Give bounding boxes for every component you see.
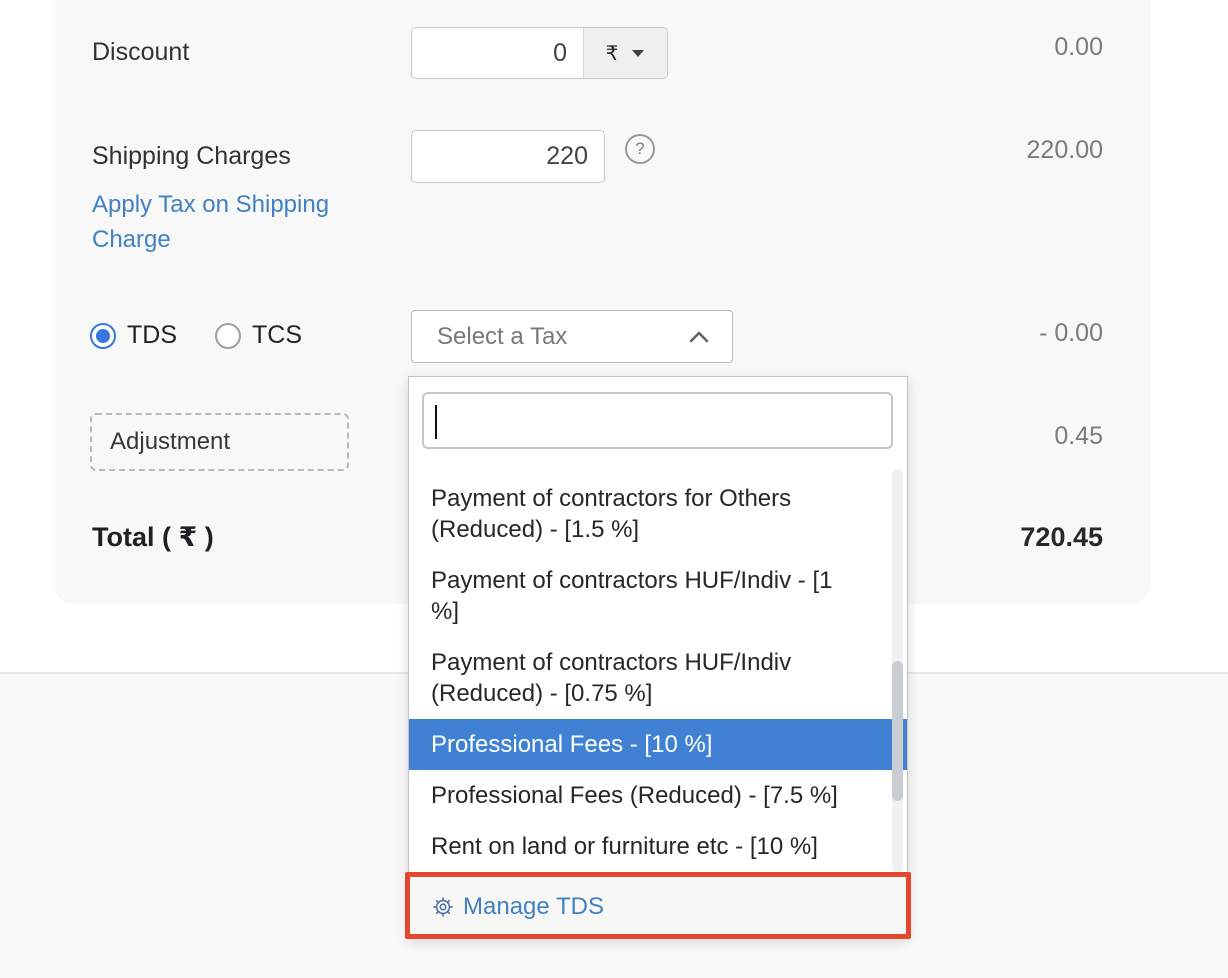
invoice-totals-page: Discount ₹ 0.00 Shipping Charges ? 220.0… (0, 0, 1228, 978)
gear-icon (432, 896, 454, 918)
tax-option[interactable]: Professional Fees - [10 %] (409, 719, 907, 770)
discount-label: Discount (92, 38, 189, 67)
tax-option[interactable]: Payment of contractors HUF/Indiv (Reduce… (409, 637, 907, 719)
total-amount: 720.45 (1020, 522, 1103, 553)
tax-select-trigger[interactable]: Select a Tax (411, 310, 733, 363)
tds-radio[interactable] (90, 323, 116, 349)
chevron-up-icon (688, 330, 710, 344)
discount-control: ₹ (411, 27, 668, 79)
tax-dropdown-panel: Payment of contractors for Others (Reduc… (408, 376, 908, 938)
tcs-radio[interactable] (215, 323, 241, 349)
tax-select-placeholder: Select a Tax (437, 323, 567, 351)
adjustment-amount: 0.45 (1054, 422, 1103, 451)
tax-option[interactable]: Payment of contractors for Others (Reduc… (409, 473, 907, 555)
adjustment-input[interactable]: Adjustment (90, 413, 349, 471)
caret-down-icon (631, 48, 645, 58)
discount-type-select[interactable]: ₹ (583, 28, 667, 78)
tcs-radio-label[interactable]: TCS (252, 321, 302, 350)
tax-option-list: Payment of contractors for Others (Reduc… (409, 459, 907, 875)
tax-option[interactable]: Rent on land or furniture etc - [10 %] (409, 821, 907, 872)
tax-option[interactable]: Professional Fees (Reduced) - [7.5 %] (409, 770, 907, 821)
manage-tds-link[interactable]: Manage TDS (409, 875, 907, 938)
rupee-symbol: ₹ (606, 41, 619, 65)
text-cursor (435, 405, 437, 439)
total-label: Total ( ₹ ) (92, 522, 214, 553)
shipping-label: Shipping Charges (92, 142, 291, 171)
discount-amount: 0.00 (1054, 33, 1103, 62)
shipping-input[interactable] (412, 131, 604, 182)
shipping-input-wrap (411, 130, 605, 183)
discount-input-wrap (412, 28, 583, 78)
adjustment-label: Adjustment (110, 428, 230, 456)
help-icon[interactable]: ? (625, 134, 655, 164)
tds-radio-label[interactable]: TDS (127, 321, 177, 350)
discount-input[interactable] (412, 28, 583, 78)
manage-tds-label: Manage TDS (463, 893, 604, 921)
tds-amount: - 0.00 (1039, 319, 1103, 348)
dropdown-scrollbar-thumb[interactable] (892, 661, 903, 801)
shipping-amount: 220.00 (1027, 136, 1103, 165)
tax-search-input[interactable] (424, 394, 891, 447)
tax-search-box (422, 392, 893, 449)
apply-tax-shipping-link[interactable]: Apply Tax on Shipping Charge (92, 187, 350, 257)
tax-option[interactable]: Payment of contractors HUF/Indiv - [1 %] (409, 555, 907, 637)
help-glyph: ? (635, 139, 644, 159)
